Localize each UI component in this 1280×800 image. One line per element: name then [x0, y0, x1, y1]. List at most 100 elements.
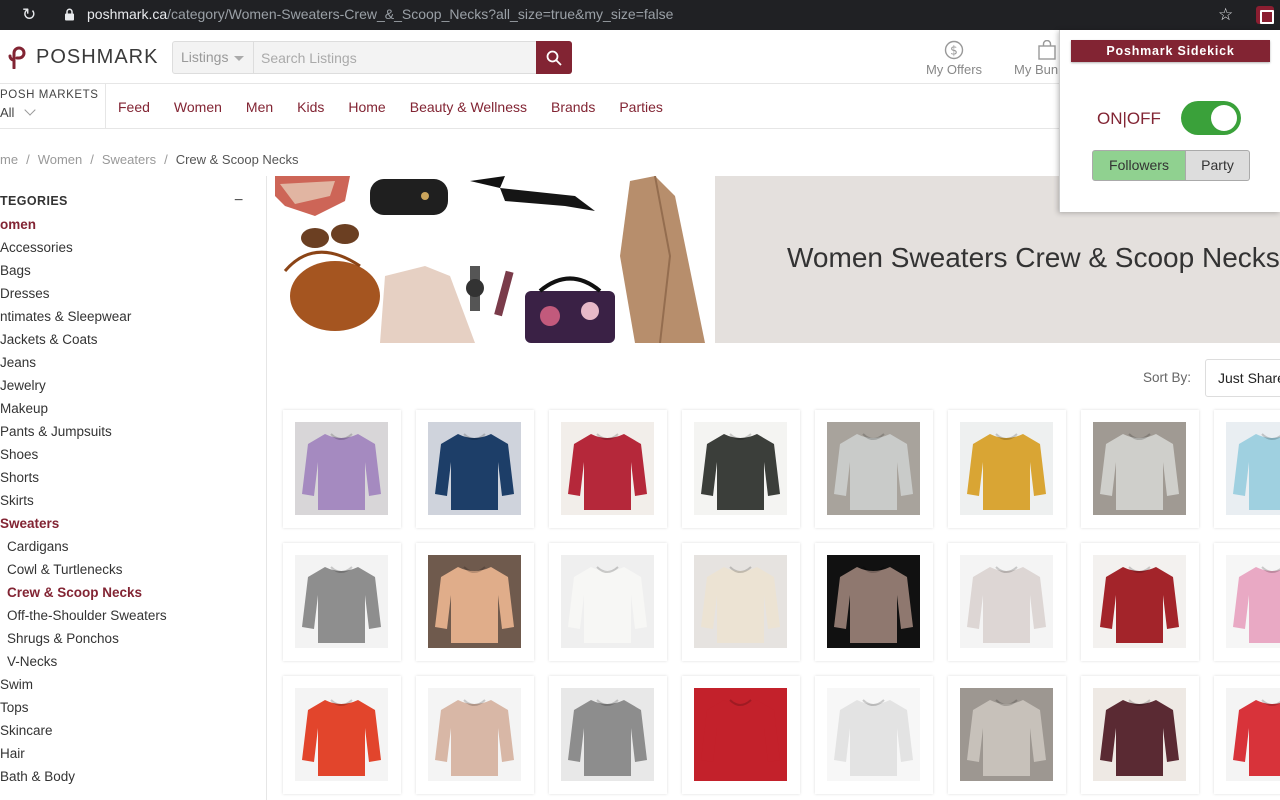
category-item[interactable]: omen	[0, 216, 167, 239]
collapse-minus-icon[interactable]: −	[234, 192, 243, 210]
category-item[interactable]: Tops	[0, 699, 167, 722]
lock-icon	[65, 8, 74, 21]
my-offers-link[interactable]: $ My Offers	[925, 40, 983, 77]
category-item[interactable]: ntimates & Sleepwear	[0, 308, 167, 331]
category-item[interactable]: Cardigans	[0, 538, 167, 561]
category-item[interactable]: Skincare	[0, 722, 167, 745]
address-bar[interactable]: poshmark.ca/category/Women-Sweaters-Crew…	[87, 6, 673, 22]
search-category-dropdown[interactable]: Listings	[173, 42, 254, 73]
nav-feed[interactable]: Feed	[118, 99, 150, 115]
dollar-circle-icon: $	[944, 40, 964, 60]
listing-leopard-sweater[interactable]	[815, 543, 933, 661]
sweater-image	[960, 555, 1053, 648]
category-item[interactable]: Off-the-Shoulder Sweaters	[0, 607, 167, 630]
listing-orange-red-sweater[interactable]	[283, 676, 401, 794]
listing-navy-sweater[interactable]	[416, 410, 534, 528]
listing-peach-vneck-sweater[interactable]	[416, 543, 534, 661]
listing-grey-striped-sweater[interactable]	[815, 410, 933, 528]
onoff-toggle[interactable]	[1181, 101, 1241, 135]
breadcrumb-women[interactable]: Women	[38, 152, 83, 167]
listing-red-sweater[interactable]	[549, 410, 667, 528]
search-button[interactable]	[536, 41, 572, 74]
category-item[interactable]: Hair	[0, 745, 167, 768]
poshmark-logo[interactable]: POSHMARK	[8, 44, 158, 70]
nav-women[interactable]: Women	[174, 99, 222, 115]
nav-parties[interactable]: Parties	[619, 99, 663, 115]
tab-party[interactable]: Party	[1186, 150, 1250, 181]
browser-toolbar: ↻ poshmark.ca/category/Women-Sweaters-Cr…	[0, 0, 1280, 30]
listing-peach-knit-sweater[interactable]	[416, 676, 534, 794]
search-input[interactable]	[254, 42, 536, 73]
category-sidebar: TEGORIES − omen Accessories Bags Dresses nti…	[0, 176, 267, 800]
categories-heading: TEGORIES	[0, 194, 68, 208]
listing-black-white-stripe-sweater[interactable]	[815, 676, 933, 794]
listing-thumbnail	[960, 688, 1053, 781]
svg-text:$: $	[950, 44, 958, 58]
category-item[interactable]: Dresses	[0, 285, 167, 308]
listing-thumbnail	[561, 422, 654, 515]
category-item[interactable]: Accessories	[0, 239, 167, 262]
tab-followers[interactable]: Followers	[1092, 150, 1186, 181]
category-item[interactable]: Shrugs & Ponchos	[0, 630, 167, 653]
breadcrumb-home[interactable]: me	[0, 152, 18, 167]
breadcrumb-sweaters[interactable]: Sweaters	[102, 152, 156, 167]
search-icon	[546, 50, 562, 66]
nav-men[interactable]: Men	[246, 99, 273, 115]
listing-light-blue-sweater[interactable]	[1214, 410, 1280, 528]
category-item[interactable]: V-Necks	[0, 653, 167, 676]
listing-oatmeal-sweater[interactable]	[948, 543, 1066, 661]
sweater-image	[1093, 422, 1186, 515]
category-item[interactable]: Bags	[0, 262, 167, 285]
sort-dropdown[interactable]: Just Shared	[1205, 359, 1280, 397]
listing-black-knit-sweater[interactable]	[682, 410, 800, 528]
category-item[interactable]: Jeans	[0, 354, 167, 377]
category-item[interactable]: Shoes	[0, 446, 167, 469]
bookmark-star-icon[interactable]: ☆	[1218, 5, 1233, 25]
listing-rainbow-stripe-sweater[interactable]	[1214, 543, 1280, 661]
my-bundles-label: My Bun	[1014, 62, 1059, 77]
nav-beauty-wellness[interactable]: Beauty & Wellness	[410, 99, 527, 115]
nav-kids[interactable]: Kids	[297, 99, 324, 115]
category-item[interactable]: Shorts	[0, 469, 167, 492]
listing-grey-stripe-sweater-2[interactable]	[1081, 410, 1199, 528]
category-item[interactable]: Cowl & Turtlenecks	[0, 561, 167, 584]
nav-home[interactable]: Home	[348, 99, 385, 115]
listing-maroon-knit-sweater[interactable]	[1081, 676, 1199, 794]
nav-brands[interactable]: Brands	[551, 99, 595, 115]
listing-grey-raglan-sweater[interactable]	[283, 543, 401, 661]
listing-mustard-sweater[interactable]	[948, 410, 1066, 528]
posh-markets-selector[interactable]: POSH MARKETS All	[0, 84, 106, 129]
listing-purple-sweater[interactable]	[283, 410, 401, 528]
extension-icon[interactable]	[1256, 6, 1274, 24]
category-item[interactable]: Jackets & Coats	[0, 331, 167, 354]
category-item[interactable]: Makeup	[0, 400, 167, 423]
category-item[interactable]: Skirts	[0, 492, 167, 515]
shopping-bag-icon	[1038, 40, 1056, 60]
listing-thumbnail	[1093, 422, 1186, 515]
sidekick-tabs: Followers Party	[1092, 150, 1250, 181]
posh-markets-value: All	[0, 105, 15, 120]
category-item[interactable]: Sweaters	[0, 515, 167, 538]
sidekick-title: Poshmark Sidekick	[1071, 40, 1270, 62]
category-item[interactable]: Crew & Scoop Necks	[0, 584, 167, 607]
category-item[interactable]: Jewelry	[0, 377, 167, 400]
category-item[interactable]: Swim	[0, 676, 167, 699]
listing-thumbnail	[1093, 688, 1186, 781]
listing-coral-sweater[interactable]	[1214, 676, 1280, 794]
chevron-down-icon	[24, 104, 36, 116]
listing-burgundy-sweater[interactable]	[1081, 543, 1199, 661]
category-item[interactable]: Bath & Body	[0, 768, 167, 791]
onoff-label: ON|OFF	[1097, 109, 1161, 128]
sweater-image	[827, 422, 920, 515]
sweater-image	[827, 555, 920, 648]
category-item[interactable]: Pants & Jumpsuits	[0, 423, 167, 446]
listing-holiday-sweater[interactable]	[682, 676, 800, 794]
listing-thumbnail	[694, 555, 787, 648]
listing-heather-grey-sweater[interactable]	[549, 676, 667, 794]
listing-cream-cropped-sweater[interactable]	[682, 543, 800, 661]
listing-white-sweater[interactable]	[549, 543, 667, 661]
listing-thumbnail	[428, 555, 521, 648]
listing-taupe-sweater[interactable]	[948, 676, 1066, 794]
poshmark-p-icon	[8, 46, 26, 69]
reload-icon[interactable]: ↻	[22, 6, 40, 24]
